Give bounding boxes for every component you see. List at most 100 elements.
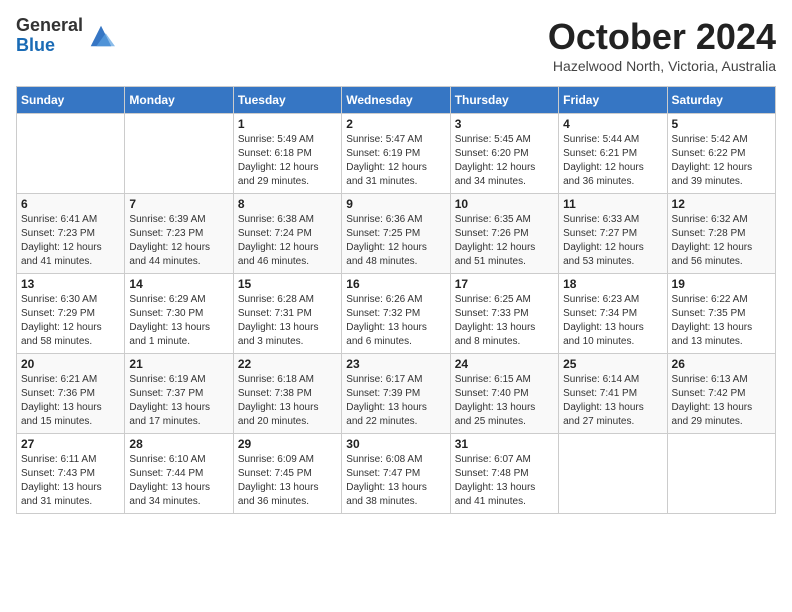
day-info: Sunrise: 5:45 AMSunset: 6:20 PMDaylight:…	[455, 133, 554, 189]
calendar-cell: 15 Sunrise: 6:28 AMSunset: 7:31 PMDayligh…	[233, 274, 341, 354]
calendar-cell: 18 Sunrise: 6:23 AMSunset: 7:34 PMDayligh…	[559, 274, 667, 354]
calendar-cell: 12 Sunrise: 6:32 AMSunset: 7:28 PMDayligh…	[667, 194, 775, 274]
day-info: Sunrise: 6:13 AMSunset: 7:42 PMDaylight:…	[672, 373, 771, 429]
weekday-header-sunday: Sunday	[17, 87, 125, 114]
day-info: Sunrise: 6:14 AMSunset: 7:41 PMDaylight:…	[563, 373, 662, 429]
day-info: Sunrise: 6:23 AMSunset: 7:34 PMDaylight:…	[563, 293, 662, 349]
day-info: Sunrise: 6:32 AMSunset: 7:28 PMDaylight:…	[672, 213, 771, 269]
day-info: Sunrise: 6:17 AMSunset: 7:39 PMDaylight:…	[346, 373, 445, 429]
day-info: Sunrise: 6:10 AMSunset: 7:44 PMDaylight:…	[129, 453, 228, 509]
day-number: 22	[238, 357, 337, 371]
day-info: Sunrise: 6:15 AMSunset: 7:40 PMDaylight:…	[455, 373, 554, 429]
day-info: Sunrise: 6:28 AMSunset: 7:31 PMDaylight:…	[238, 293, 337, 349]
day-number: 17	[455, 277, 554, 291]
day-number: 5	[672, 117, 771, 131]
day-info: Sunrise: 6:18 AMSunset: 7:38 PMDaylight:…	[238, 373, 337, 429]
day-info: Sunrise: 5:44 AMSunset: 6:21 PMDaylight:…	[563, 133, 662, 189]
day-info: Sunrise: 6:22 AMSunset: 7:35 PMDaylight:…	[672, 293, 771, 349]
day-number: 11	[563, 197, 662, 211]
weekday-header-saturday: Saturday	[667, 87, 775, 114]
calendar-cell: 23Sunrise: 6:17 AMSunset: 7:39 PMDayligh…	[342, 354, 450, 434]
calendar-cell: 31 Sunrise: 6:07 AMSunset: 7:48 PMDayligh…	[450, 434, 558, 514]
calendar-table: SundayMondayTuesdayWednesdayThursdayFrid…	[16, 86, 776, 514]
day-info: Sunrise: 6:39 AMSunset: 7:23 PMDaylight:…	[129, 213, 228, 269]
calendar-cell: 29Sunrise: 6:09 AMSunset: 7:45 PMDayligh…	[233, 434, 341, 514]
calendar-cell: 6Sunrise: 6:41 AMSunset: 7:23 PMDaylight…	[17, 194, 125, 274]
location-title: Hazelwood North, Victoria, Australia	[548, 58, 776, 74]
day-info: Sunrise: 6:29 AMSunset: 7:30 PMDaylight:…	[129, 293, 228, 349]
weekday-header-thursday: Thursday	[450, 87, 558, 114]
day-number: 19	[672, 277, 771, 291]
calendar-cell	[125, 114, 233, 194]
calendar-header-row: SundayMondayTuesdayWednesdayThursdayFrid…	[17, 87, 776, 114]
calendar-week-row: 6Sunrise: 6:41 AMSunset: 7:23 PMDaylight…	[17, 194, 776, 274]
day-number: 25	[563, 357, 662, 371]
calendar-cell: 5Sunrise: 5:42 AMSunset: 6:22 PMDaylight…	[667, 114, 775, 194]
calendar-cell: 14 Sunrise: 6:29 AMSunset: 7:30 PMDayligh…	[125, 274, 233, 354]
calendar-cell: 16 Sunrise: 6:26 AMSunset: 7:32 PMDayligh…	[342, 274, 450, 354]
day-number: 1	[238, 117, 337, 131]
day-number: 20	[21, 357, 120, 371]
day-number: 12	[672, 197, 771, 211]
calendar-cell: 20Sunrise: 6:21 AMSunset: 7:36 PMDayligh…	[17, 354, 125, 434]
calendar-week-row: 1 Sunrise: 5:49 AMSunset: 6:18 PMDaylight…	[17, 114, 776, 194]
month-title: October 2024	[548, 16, 776, 58]
day-info: Sunrise: 6:25 AMSunset: 7:33 PMDaylight:…	[455, 293, 554, 349]
day-number: 16	[346, 277, 445, 291]
logo-blue-text: Blue	[16, 36, 83, 56]
day-number: 9	[346, 197, 445, 211]
day-info: Sunrise: 6:33 AMSunset: 7:27 PMDaylight:…	[563, 213, 662, 269]
day-number: 13	[21, 277, 120, 291]
calendar-cell: 9 Sunrise: 6:36 AMSunset: 7:25 PMDaylight…	[342, 194, 450, 274]
day-number: 31	[455, 437, 554, 451]
logo-icon	[87, 22, 115, 50]
day-info: Sunrise: 6:36 AMSunset: 7:25 PMDaylight:…	[346, 213, 445, 269]
calendar-cell: 11 Sunrise: 6:33 AMSunset: 7:27 PMDayligh…	[559, 194, 667, 274]
calendar-cell: 26Sunrise: 6:13 AMSunset: 7:42 PMDayligh…	[667, 354, 775, 434]
calendar-cell: 4 Sunrise: 5:44 AMSunset: 6:21 PMDaylight…	[559, 114, 667, 194]
calendar-week-row: 20Sunrise: 6:21 AMSunset: 7:36 PMDayligh…	[17, 354, 776, 434]
day-number: 27	[21, 437, 120, 451]
day-info: Sunrise: 5:49 AMSunset: 6:18 PMDaylight:…	[238, 133, 337, 189]
day-info: Sunrise: 6:41 AMSunset: 7:23 PMDaylight:…	[21, 213, 120, 269]
day-info: Sunrise: 5:47 AMSunset: 6:19 PMDaylight:…	[346, 133, 445, 189]
day-info: Sunrise: 6:07 AMSunset: 7:48 PMDaylight:…	[455, 453, 554, 509]
weekday-header-tuesday: Tuesday	[233, 87, 341, 114]
day-info: Sunrise: 6:38 AMSunset: 7:24 PMDaylight:…	[238, 213, 337, 269]
weekday-header-monday: Monday	[125, 87, 233, 114]
weekday-header-friday: Friday	[559, 87, 667, 114]
page-header: General Blue October 2024 Hazelwood Nort…	[16, 16, 776, 74]
day-info: Sunrise: 6:26 AMSunset: 7:32 PMDaylight:…	[346, 293, 445, 349]
day-number: 10	[455, 197, 554, 211]
calendar-cell: 25 Sunrise: 6:14 AMSunset: 7:41 PMDayligh…	[559, 354, 667, 434]
calendar-cell: 22 Sunrise: 6:18 AMSunset: 7:38 PMDayligh…	[233, 354, 341, 434]
calendar-cell: 1 Sunrise: 5:49 AMSunset: 6:18 PMDaylight…	[233, 114, 341, 194]
logo-general-text: General	[16, 16, 83, 36]
day-number: 18	[563, 277, 662, 291]
day-number: 3	[455, 117, 554, 131]
calendar-cell: 3 Sunrise: 5:45 AMSunset: 6:20 PMDaylight…	[450, 114, 558, 194]
calendar-week-row: 13Sunrise: 6:30 AMSunset: 7:29 PMDayligh…	[17, 274, 776, 354]
calendar-cell: 13Sunrise: 6:30 AMSunset: 7:29 PMDayligh…	[17, 274, 125, 354]
calendar-cell: 10 Sunrise: 6:35 AMSunset: 7:26 PMDayligh…	[450, 194, 558, 274]
calendar-cell: 7Sunrise: 6:39 AMSunset: 7:23 PMDaylight…	[125, 194, 233, 274]
day-number: 8	[238, 197, 337, 211]
calendar-cell: 2 Sunrise: 5:47 AMSunset: 6:19 PMDaylight…	[342, 114, 450, 194]
calendar-cell	[559, 434, 667, 514]
calendar-cell: 28Sunrise: 6:10 AMSunset: 7:44 PMDayligh…	[125, 434, 233, 514]
weekday-header-wednesday: Wednesday	[342, 87, 450, 114]
day-number: 4	[563, 117, 662, 131]
calendar-cell: 8 Sunrise: 6:38 AMSunset: 7:24 PMDaylight…	[233, 194, 341, 274]
calendar-cell: 30Sunrise: 6:08 AMSunset: 7:47 PMDayligh…	[342, 434, 450, 514]
day-number: 29	[238, 437, 337, 451]
day-number: 14	[129, 277, 228, 291]
day-number: 21	[129, 357, 228, 371]
calendar-cell: 21Sunrise: 6:19 AMSunset: 7:37 PMDayligh…	[125, 354, 233, 434]
day-info: Sunrise: 6:35 AMSunset: 7:26 PMDaylight:…	[455, 213, 554, 269]
calendar-cell	[667, 434, 775, 514]
calendar-cell	[17, 114, 125, 194]
day-number: 15	[238, 277, 337, 291]
day-number: 30	[346, 437, 445, 451]
day-number: 2	[346, 117, 445, 131]
calendar-cell: 27Sunrise: 6:11 AMSunset: 7:43 PMDayligh…	[17, 434, 125, 514]
